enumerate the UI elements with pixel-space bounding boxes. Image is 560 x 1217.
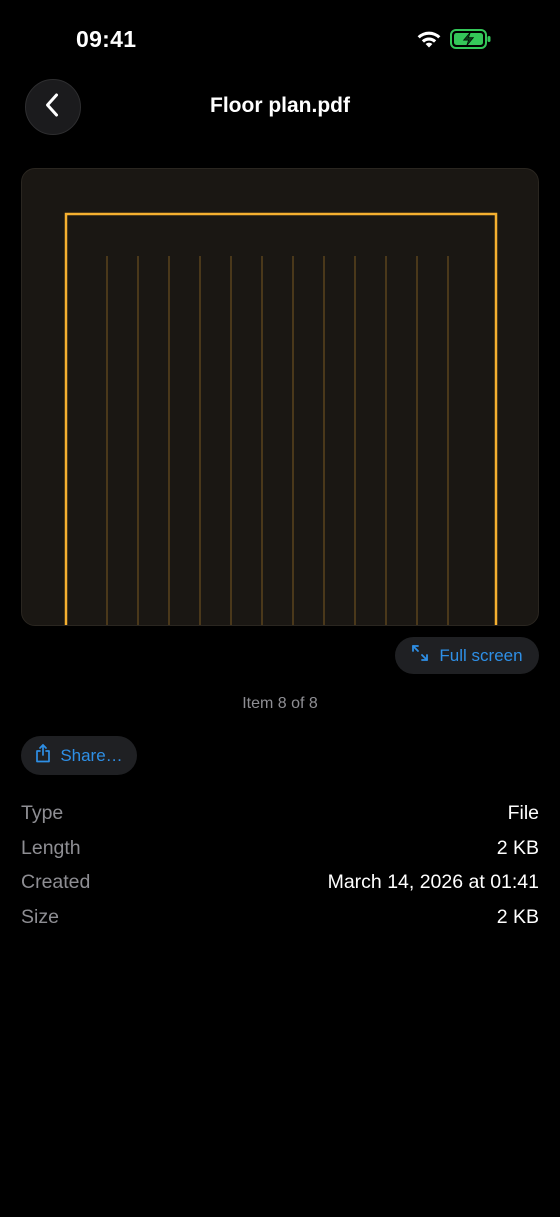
document-preview[interactable] [21,168,539,626]
wifi-icon [416,29,442,54]
detail-row-created: Created March 14, 2026 at 01:41 [21,866,539,901]
detail-label: Type [21,801,64,824]
detail-value: 2 KB [496,836,539,859]
item-counter: Item 8 of 8 [242,695,318,712]
detail-row-type: Type File [21,796,539,831]
expand-arrows-icon [411,644,429,667]
floor-plan-thumbnail [64,212,498,625]
detail-value: File [507,801,539,824]
full-screen-label: Full screen [439,645,523,665]
detail-row-length: Length 2 KB [21,831,539,866]
page-title: Floor plan.pdf [210,94,350,117]
detail-label: Created [21,871,91,894]
share-button[interactable]: Share… [21,736,137,775]
status-icons [416,28,492,55]
detail-value: 2 KB [496,906,539,929]
detail-label: Size [21,906,59,929]
detail-label: Length [21,836,81,859]
share-label: Share… [60,745,123,765]
battery-charging-icon [450,28,492,55]
status-time: 09:41 [76,26,137,52]
share-icon [35,743,51,768]
file-details: Type File Length 2 KB Created March 14, … [21,796,539,935]
detail-row-size: Size 2 KB [21,900,539,935]
detail-value: March 14, 2026 at 01:41 [327,871,539,894]
full-screen-button[interactable]: Full screen [395,637,539,674]
